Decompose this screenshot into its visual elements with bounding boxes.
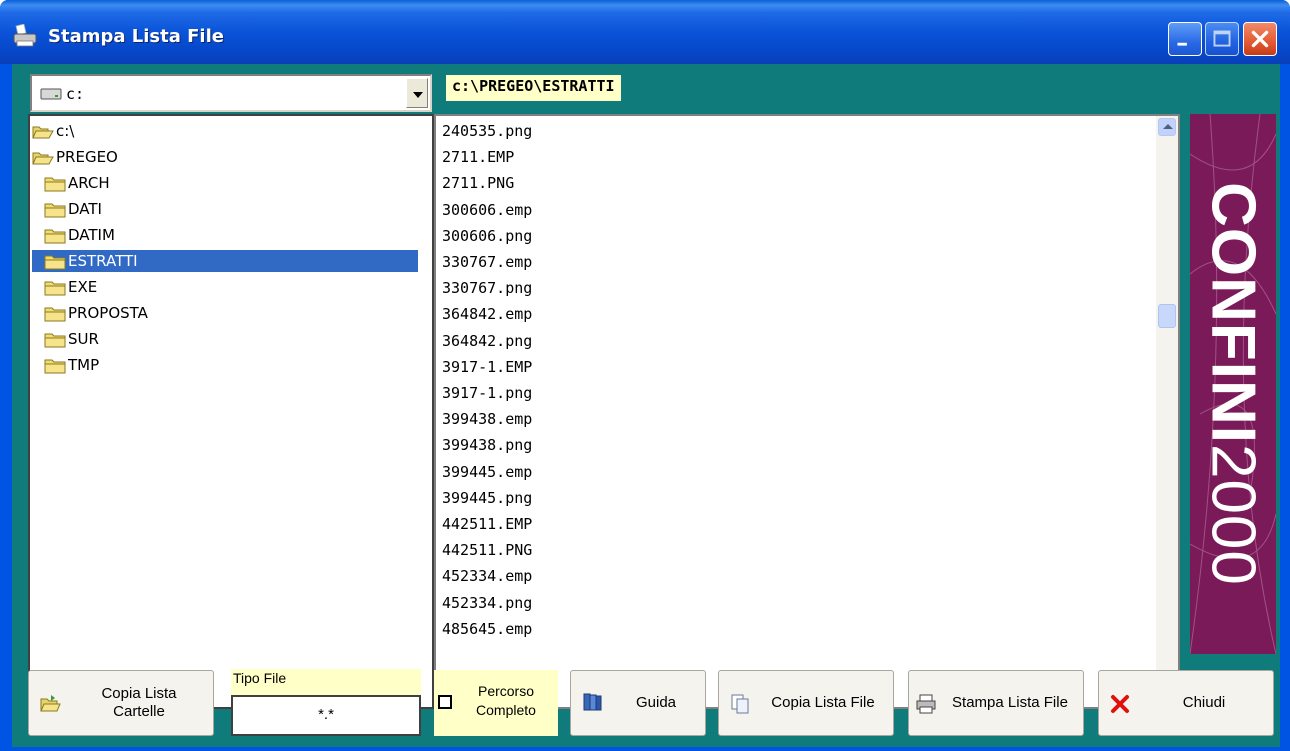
tree-item-proposta[interactable]: PROPOSTA (44, 302, 148, 324)
folder-tree[interactable]: c:\ PREGEO ARCH DATI DATIM ESTRATTI EXE PROPOST… (28, 114, 434, 709)
tree-item-sur[interactable]: SUR (44, 328, 99, 350)
scroll-thumb[interactable] (1158, 304, 1176, 328)
folder-icon (44, 174, 68, 192)
file-type-label: Tipo File (231, 669, 421, 695)
minimize-icon (1177, 42, 1187, 46)
tree-item-label: DATIM (68, 226, 115, 244)
printer-app-icon (13, 24, 37, 47)
copy-file-list-label: Copia Lista File (771, 694, 875, 711)
full-path-checkbox[interactable] (438, 695, 452, 709)
file-list-item[interactable]: 364842.png (442, 328, 532, 354)
copy-icon (731, 694, 749, 714)
close-icon (1111, 695, 1129, 713)
tree-item-arch[interactable]: ARCH (44, 172, 110, 194)
full-path-label-1: Percorso (477, 683, 535, 699)
chevron-down-icon[interactable] (406, 78, 428, 108)
file-list-item[interactable]: 3917-1.png (442, 380, 532, 406)
scroll-up-icon[interactable] (1158, 118, 1176, 136)
drive-icon (40, 88, 62, 100)
app-window: Stampa Lista File c: c:\PREGEO\ESTRATTI … (0, 0, 1290, 751)
file-list-item[interactable]: 330767.emp (442, 249, 532, 275)
file-list-item[interactable]: 452334.emp (442, 563, 532, 589)
tree-item-label: ESTRATTI (68, 252, 138, 270)
file-list-item[interactable]: 3917-1.EMP (442, 354, 532, 380)
file-list-item[interactable]: 399438.png (442, 432, 532, 458)
maximize-icon (1213, 30, 1231, 47)
copy-folder-list-label-2: Cartelle (113, 703, 165, 720)
file-list-item[interactable]: 2711.EMP (442, 144, 514, 170)
file-list-item[interactable]: 399445.emp (442, 459, 532, 485)
file-list-item[interactable]: 399438.emp (442, 406, 532, 432)
file-list-item[interactable]: 300606.emp (442, 197, 532, 223)
print-icon (916, 694, 936, 714)
tree-item-label: TMP (68, 356, 100, 374)
window-title: Stampa Lista File (48, 26, 224, 47)
file-list-item[interactable]: 364842.emp (442, 301, 532, 327)
help-button[interactable]: Guida (570, 670, 706, 736)
minimize-button[interactable] (1168, 22, 1202, 56)
maximize-button[interactable] (1205, 22, 1239, 56)
file-list-item[interactable]: 2711.PNG (442, 170, 514, 196)
file-list-item[interactable]: 399445.png (442, 485, 532, 511)
full-path-label-2: Completo (476, 702, 536, 718)
tree-item-label: DATI (68, 200, 102, 218)
vertical-scrollbar[interactable] (1156, 116, 1178, 707)
brand-banner: CONFINI2000 (1190, 114, 1276, 654)
drive-value: c: (66, 85, 85, 103)
drive-select[interactable]: c: (30, 74, 432, 112)
copy-folder-list-label-1: Copia Lista (101, 685, 177, 702)
folder-icon (44, 252, 68, 270)
folder-icon (44, 226, 68, 244)
help-label: Guida (635, 694, 677, 711)
folder-open-icon (32, 148, 56, 166)
file-list[interactable]: 240535.png 2711.EMP 2711.PNG 300606.emp 3006… (434, 114, 1180, 709)
close-label: Chiudi (1182, 694, 1226, 711)
tree-item-tmp[interactable]: TMP (44, 354, 99, 376)
file-list-item[interactable]: 300606.png (442, 223, 532, 249)
folder-icon (44, 200, 68, 218)
folder-icon (44, 304, 68, 322)
close-icon (1251, 30, 1269, 48)
client-area: c: c:\PREGEO\ESTRATTI c:\ PREGEO ARCH DATI D… (12, 64, 1280, 747)
book-icon (583, 693, 602, 711)
folder-open-icon (32, 122, 56, 140)
tree-item-exe[interactable]: EXE (44, 276, 97, 298)
current-path: c:\PREGEO\ESTRATTI (446, 75, 621, 101)
copy-file-list-button[interactable]: Copia Lista File (718, 670, 894, 736)
folder-icon (44, 330, 68, 348)
close-window-button[interactable] (1243, 22, 1277, 56)
tree-item-dati[interactable]: DATI (44, 198, 102, 220)
folder-icon (44, 356, 68, 374)
tree-item-label: c:\ (56, 122, 75, 140)
tree-item-label: ARCH (68, 174, 110, 192)
full-path-option[interactable]: Percorso Completo (434, 670, 558, 736)
file-list-item[interactable]: 240535.png (442, 118, 532, 144)
tree-item-label: PREGEO (56, 148, 118, 166)
tree-item-label: PROPOSTA (68, 304, 148, 322)
tree-item-datim[interactable]: DATIM (44, 224, 115, 246)
tree-item-label: EXE (68, 278, 98, 296)
print-file-list-label: Stampa Lista File (952, 694, 1068, 711)
file-list-item[interactable]: 442511.EMP (442, 511, 532, 537)
file-list-item[interactable]: 442511.PNG (442, 537, 532, 563)
close-button[interactable]: Chiudi (1098, 670, 1274, 736)
copy-folder-list-button[interactable]: Copia Lista Cartelle (28, 670, 214, 736)
tree-item-c[interactable]: c:\ (32, 120, 74, 142)
tree-item-pregeo[interactable]: PREGEO (32, 146, 118, 168)
folder-open-icon (40, 695, 61, 712)
brand-logo: CONFINI2000 (1198, 182, 1268, 586)
file-list-item[interactable]: 485645.emp (442, 616, 532, 642)
title-bar[interactable]: Stampa Lista File (0, 0, 1290, 64)
file-list-item[interactable]: 330767.png (442, 275, 532, 301)
tree-item-estratti[interactable]: ESTRATTI (32, 250, 418, 272)
print-file-list-button[interactable]: Stampa Lista File (908, 670, 1084, 736)
file-list-item[interactable]: 452334.png (442, 590, 532, 616)
folder-icon (44, 278, 68, 296)
file-type-input[interactable]: *.* (231, 695, 421, 736)
tree-item-label: SUR (68, 330, 99, 348)
